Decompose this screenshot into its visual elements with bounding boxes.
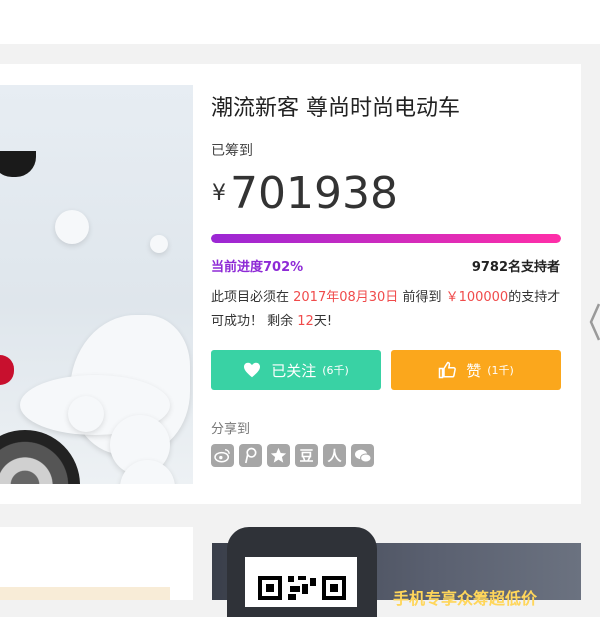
- funding-goal: ￥100000: [445, 290, 509, 305]
- promo-text: 手机专享众筹超低价: [393, 589, 538, 608]
- decor-sphere: [68, 396, 104, 432]
- progress-fill: [211, 234, 561, 243]
- currency-symbol: ¥: [212, 181, 226, 206]
- raised-label: 已筹到: [211, 143, 253, 159]
- decor-sphere: [150, 235, 168, 253]
- thumbs-up-icon: [438, 361, 457, 379]
- douban-icon[interactable]: 豆: [295, 444, 318, 467]
- project-title[interactable]: 潮流新客 尊尚时尚电动车: [211, 90, 460, 122]
- like-button[interactable]: 赞 (1千): [391, 350, 561, 390]
- like-label: 赞: [466, 361, 482, 380]
- amount-value: 701938: [230, 168, 398, 219]
- scooter-taillight: [0, 355, 14, 385]
- funding-notice: 此项目必须在 2017年08月30日 前得到 ￥100000的支持才可成功！ 剩…: [211, 286, 566, 334]
- follow-button[interactable]: 已关注 (6千): [211, 350, 381, 390]
- follow-count: (6千): [322, 364, 349, 377]
- deadline-date: 2017年08月30日: [293, 290, 399, 305]
- tencent-weibo-icon[interactable]: [239, 444, 262, 467]
- supporter-count: 9782名支持者: [471, 260, 560, 275]
- qr-code-icon: [258, 576, 346, 600]
- like-count: (1千): [487, 364, 514, 377]
- progress-bar: [211, 234, 561, 243]
- scooter-handle: [0, 151, 36, 177]
- decor-sphere: [55, 210, 89, 244]
- raised-amount: ¥701938: [212, 168, 398, 219]
- renren-icon[interactable]: 人: [323, 444, 346, 467]
- notice-text: 此项目必须在: [211, 290, 294, 305]
- heart-icon: [244, 362, 261, 378]
- share-icons: 豆 人: [211, 444, 374, 467]
- days-remaining: 12: [297, 314, 314, 329]
- next-arrow-icon[interactable]: [589, 302, 600, 342]
- share-label: 分享到: [211, 422, 251, 437]
- wechat-icon[interactable]: [351, 444, 374, 467]
- scooter-wheel: [0, 430, 80, 484]
- weibo-icon[interactable]: [211, 444, 234, 467]
- notice-text: 前得到: [398, 290, 446, 305]
- project-hero-image[interactable]: [0, 85, 193, 484]
- qzone-icon[interactable]: [267, 444, 290, 467]
- notice-text: 天!: [313, 314, 333, 329]
- top-navigation-bar: [0, 0, 600, 45]
- progress-percent: 当前进度702%: [211, 260, 304, 275]
- follow-label: 已关注: [271, 361, 317, 380]
- page-gap: [0, 44, 600, 64]
- secondary-card-strip: [0, 587, 170, 600]
